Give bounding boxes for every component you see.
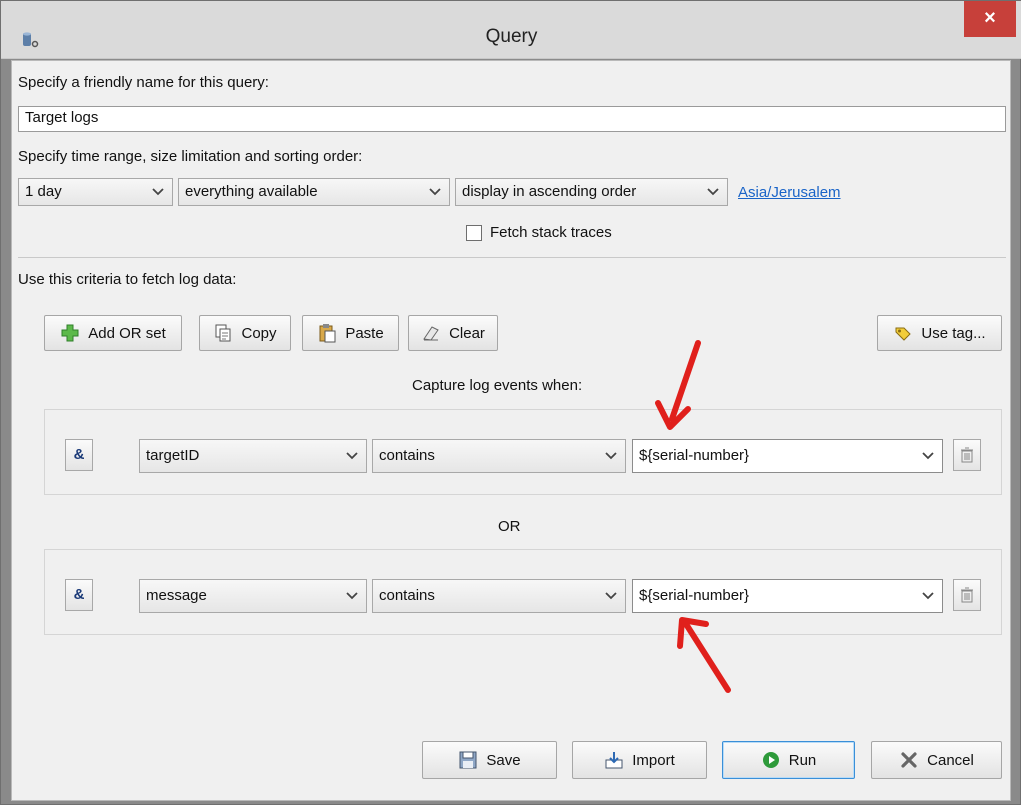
copy-label: Copy — [241, 324, 277, 342]
chevron-down-icon — [922, 452, 934, 460]
run-button[interactable]: Run — [722, 741, 855, 779]
x-icon — [901, 752, 917, 768]
chevron-down-icon — [346, 592, 358, 600]
operator-select[interactable]: contains — [372, 579, 626, 613]
chevron-down-icon — [922, 592, 934, 600]
import-label: Import — [632, 751, 675, 769]
cancel-label: Cancel — [927, 751, 974, 769]
delete-condition-button[interactable] — [953, 579, 981, 611]
chevron-down-icon — [605, 452, 617, 460]
copy-button[interactable]: Copy — [199, 315, 291, 351]
operator-value: contains — [379, 447, 435, 464]
query-dialog-window: Query × Specify a friendly name for this… — [0, 0, 1021, 805]
annotation-arrow-icon — [677, 617, 731, 693]
chevron-down-icon — [346, 452, 358, 460]
window-title: Query — [485, 26, 538, 47]
save-button[interactable]: Save — [422, 741, 557, 779]
value-combo[interactable]: ${serial-number} — [632, 579, 943, 613]
floppy-icon — [459, 751, 477, 769]
or-separator-label: OR — [498, 518, 521, 535]
sort-order-value: display in ascending order — [462, 183, 637, 200]
field-select[interactable]: message — [139, 579, 367, 613]
time-range-label: Specify time range, size limitation and … — [18, 148, 363, 165]
chevron-down-icon — [605, 592, 617, 600]
and-button[interactable]: & — [65, 439, 93, 471]
chevron-down-icon — [707, 188, 719, 196]
value-text: ${serial-number} — [639, 587, 750, 604]
save-label: Save — [486, 751, 521, 769]
friendly-name-input[interactable]: Target logs — [18, 106, 1006, 132]
field-value: targetID — [146, 447, 200, 464]
timezone-link[interactable]: Asia/Jerusalem — [738, 184, 841, 201]
run-label: Run — [788, 751, 817, 769]
cancel-button[interactable]: Cancel — [871, 741, 1002, 779]
use-tag-label: Use tag... — [921, 324, 986, 342]
tag-icon — [895, 327, 912, 341]
condition-set-panel: & targetID contains ${serial-number} — [44, 409, 1002, 495]
delete-condition-button[interactable] — [953, 439, 981, 471]
and-button[interactable]: & — [65, 579, 93, 611]
fetch-stack-traces-checkbox[interactable] — [466, 225, 482, 241]
plus-icon — [61, 324, 79, 342]
criteria-label: Use this criteria to fetch log data: — [18, 271, 237, 288]
paste-icon — [319, 324, 336, 343]
field-select[interactable]: targetID — [139, 439, 367, 473]
import-icon — [605, 752, 623, 769]
condition-set-panel: & message contains ${serial-number} — [44, 549, 1002, 635]
play-icon — [762, 752, 779, 768]
add-or-set-label: Add OR set — [88, 324, 166, 342]
time-range-select[interactable]: 1 day — [18, 178, 173, 206]
size-limit-value: everything available — [185, 183, 318, 200]
sort-order-select[interactable]: display in ascending order — [455, 178, 728, 206]
dialog-body: Specify a friendly name for this query: … — [11, 60, 1011, 801]
chevron-down-icon — [152, 188, 164, 196]
import-button[interactable]: Import — [572, 741, 707, 779]
title-bar[interactable]: Query × — [1, 1, 1021, 59]
value-text: ${serial-number} — [639, 447, 750, 464]
annotation-arrow-icon — [655, 340, 701, 430]
operator-value: contains — [379, 587, 435, 604]
clear-button[interactable]: Clear — [408, 315, 498, 351]
eraser-icon — [423, 326, 439, 341]
field-value: message — [146, 587, 207, 604]
time-range-value: 1 day — [25, 183, 62, 200]
clear-label: Clear — [449, 324, 485, 342]
close-button[interactable]: × — [964, 1, 1016, 37]
trash-icon — [961, 447, 973, 463]
value-combo[interactable]: ${serial-number} — [632, 439, 943, 473]
fetch-stack-traces-label: Fetch stack traces — [490, 224, 612, 241]
size-limit-select[interactable]: everything available — [178, 178, 450, 206]
friendly-name-label: Specify a friendly name for this query: — [18, 74, 269, 91]
capture-events-label: Capture log events when: — [412, 377, 583, 394]
add-or-set-button[interactable]: Add OR set — [44, 315, 182, 351]
paste-button[interactable]: Paste — [302, 315, 399, 351]
section-divider — [18, 257, 1006, 258]
chevron-down-icon — [429, 188, 441, 196]
use-tag-button[interactable]: Use tag... — [877, 315, 1002, 351]
paste-label: Paste — [345, 324, 384, 342]
operator-select[interactable]: contains — [372, 439, 626, 473]
copy-icon — [215, 324, 231, 342]
trash-icon — [961, 587, 973, 603]
